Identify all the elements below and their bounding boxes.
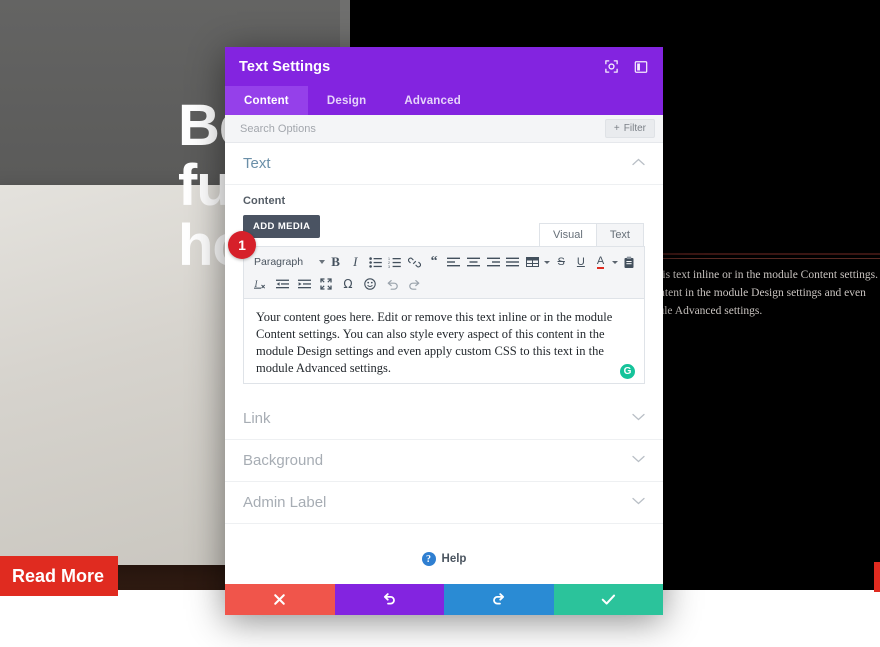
section-label-text: Text: [243, 155, 271, 172]
hero-divider: [660, 258, 880, 259]
fullscreen-icon[interactable]: [316, 274, 336, 294]
search-input[interactable]: [240, 122, 605, 135]
link-icon[interactable]: [406, 252, 424, 272]
section-label-background: Background: [243, 452, 324, 469]
modal-title: Text Settings: [239, 58, 331, 75]
indent-icon[interactable]: [294, 274, 314, 294]
text-color-dropdown-caret[interactable]: [612, 260, 619, 264]
undo-icon[interactable]: [382, 274, 402, 294]
svg-text:I: I: [254, 279, 259, 289]
bulleted-list-icon[interactable]: [366, 252, 384, 272]
emoji-icon[interactable]: [360, 274, 380, 294]
redo-button[interactable]: [444, 584, 554, 615]
undo-button[interactable]: [334, 584, 444, 615]
section-header-admin-label[interactable]: Admin Label: [225, 482, 663, 524]
tab-content[interactable]: Content: [225, 86, 308, 115]
text-section-body: Content ADD MEDIA Visual Text Paragraph: [225, 185, 663, 398]
hero-divider-thick: [660, 253, 880, 255]
align-right-icon[interactable]: [484, 252, 502, 272]
help-row[interactable]: ? Help: [225, 524, 663, 566]
save-button[interactable]: [553, 584, 663, 615]
check-icon: [601, 594, 615, 605]
expand-icon[interactable]: [603, 59, 619, 75]
step-badge-1: 1: [228, 231, 256, 259]
chevron-up-icon: [632, 158, 645, 169]
editor-mode-tabs: Visual Text: [539, 223, 644, 246]
tab-design[interactable]: Design: [308, 86, 386, 115]
section-label-link: Link: [243, 410, 271, 427]
chevron-down-icon: [632, 455, 645, 466]
special-character-icon[interactable]: Ω: [338, 274, 358, 294]
format-select-label: Paragraph: [254, 256, 304, 268]
tab-advanced[interactable]: Advanced: [385, 86, 480, 115]
filter-button[interactable]: + Filter: [604, 119, 655, 138]
paste-icon[interactable]: [620, 252, 638, 272]
text-color-icon[interactable]: A: [592, 252, 610, 272]
section-label-admin-label: Admin Label: [243, 494, 327, 511]
redo-icon[interactable]: [404, 274, 424, 294]
section-header-background[interactable]: Background: [225, 440, 663, 482]
close-icon: [274, 594, 286, 605]
strikethrough-icon[interactable]: S: [552, 252, 570, 272]
search-bar: + Filter: [225, 115, 663, 143]
hero-cta-edge: [874, 562, 880, 592]
wysiwyg-editor: Visual Text Paragraph B I 1 2 3 “ S U A …: [243, 223, 645, 384]
align-left-icon[interactable]: [445, 252, 463, 272]
add-media-button[interactable]: ADD MEDIA: [243, 215, 321, 238]
chevron-down-icon: [632, 413, 645, 424]
table-dropdown-caret[interactable]: [544, 260, 551, 264]
editor-toolbar: Paragraph B I 1 2 3 “ S U A I Ω: [244, 247, 644, 299]
browser-edge-strip: [340, 0, 350, 50]
editor-tab-visual[interactable]: Visual: [539, 223, 597, 246]
help-label: Help: [441, 553, 467, 565]
undo-icon: [383, 593, 395, 605]
layout-toggle-icon[interactable]: [633, 59, 649, 75]
chevron-down-icon: [632, 497, 645, 508]
text-settings-modal: Text Settings Content Design Advanced Se…: [225, 47, 663, 615]
editor-paragraph: Your content goes here. Edit or remove t…: [256, 310, 613, 375]
toolbar-row-1: Paragraph B I 1 2 3 “ S U A: [250, 251, 638, 273]
editor-tab-text[interactable]: Text: [595, 223, 644, 246]
modal-body: Text Content ADD MEDIA Visual Text Parag…: [225, 143, 663, 584]
align-justify-icon[interactable]: [504, 252, 522, 272]
toolbar-row-2: I Ω: [250, 273, 638, 295]
italic-icon[interactable]: I: [346, 252, 364, 272]
filter-button-label: Filter: [623, 123, 646, 134]
plus-icon: +: [613, 123, 620, 134]
content-field-label: Content: [243, 195, 286, 207]
numbered-list-icon[interactable]: 1 2 3: [386, 252, 404, 272]
modal-header-icons: [603, 59, 649, 75]
table-icon[interactable]: [524, 252, 542, 272]
blockquote-icon[interactable]: “: [425, 252, 443, 272]
align-center-icon[interactable]: [465, 252, 483, 272]
redo-icon: [493, 593, 505, 605]
section-header-text[interactable]: Text: [225, 143, 663, 185]
underline-icon[interactable]: U: [572, 252, 590, 272]
hero-read-more-button[interactable]: Read More: [0, 556, 118, 596]
editor-content-area[interactable]: Your content goes here. Edit or remove t…: [244, 299, 644, 383]
outdent-icon[interactable]: [272, 274, 292, 294]
section-header-link[interactable]: Link: [225, 398, 663, 440]
help-icon: ?: [421, 552, 436, 566]
modal-footer: [225, 584, 663, 615]
format-select[interactable]: Paragraph: [250, 256, 326, 268]
cancel-button[interactable]: [225, 584, 335, 615]
modal-header: Text Settings: [225, 47, 663, 86]
chevron-down-icon: [319, 260, 326, 264]
bold-icon[interactable]: B: [327, 252, 345, 272]
svg-text:3: 3: [388, 265, 390, 268]
modal-tabs: Content Design Advanced: [225, 86, 663, 115]
clear-formatting-icon[interactable]: I: [250, 274, 270, 294]
screenshot-stage: Beautifully made furniture for your home…: [0, 0, 880, 647]
grammarly-icon[interactable]: G: [620, 364, 635, 379]
